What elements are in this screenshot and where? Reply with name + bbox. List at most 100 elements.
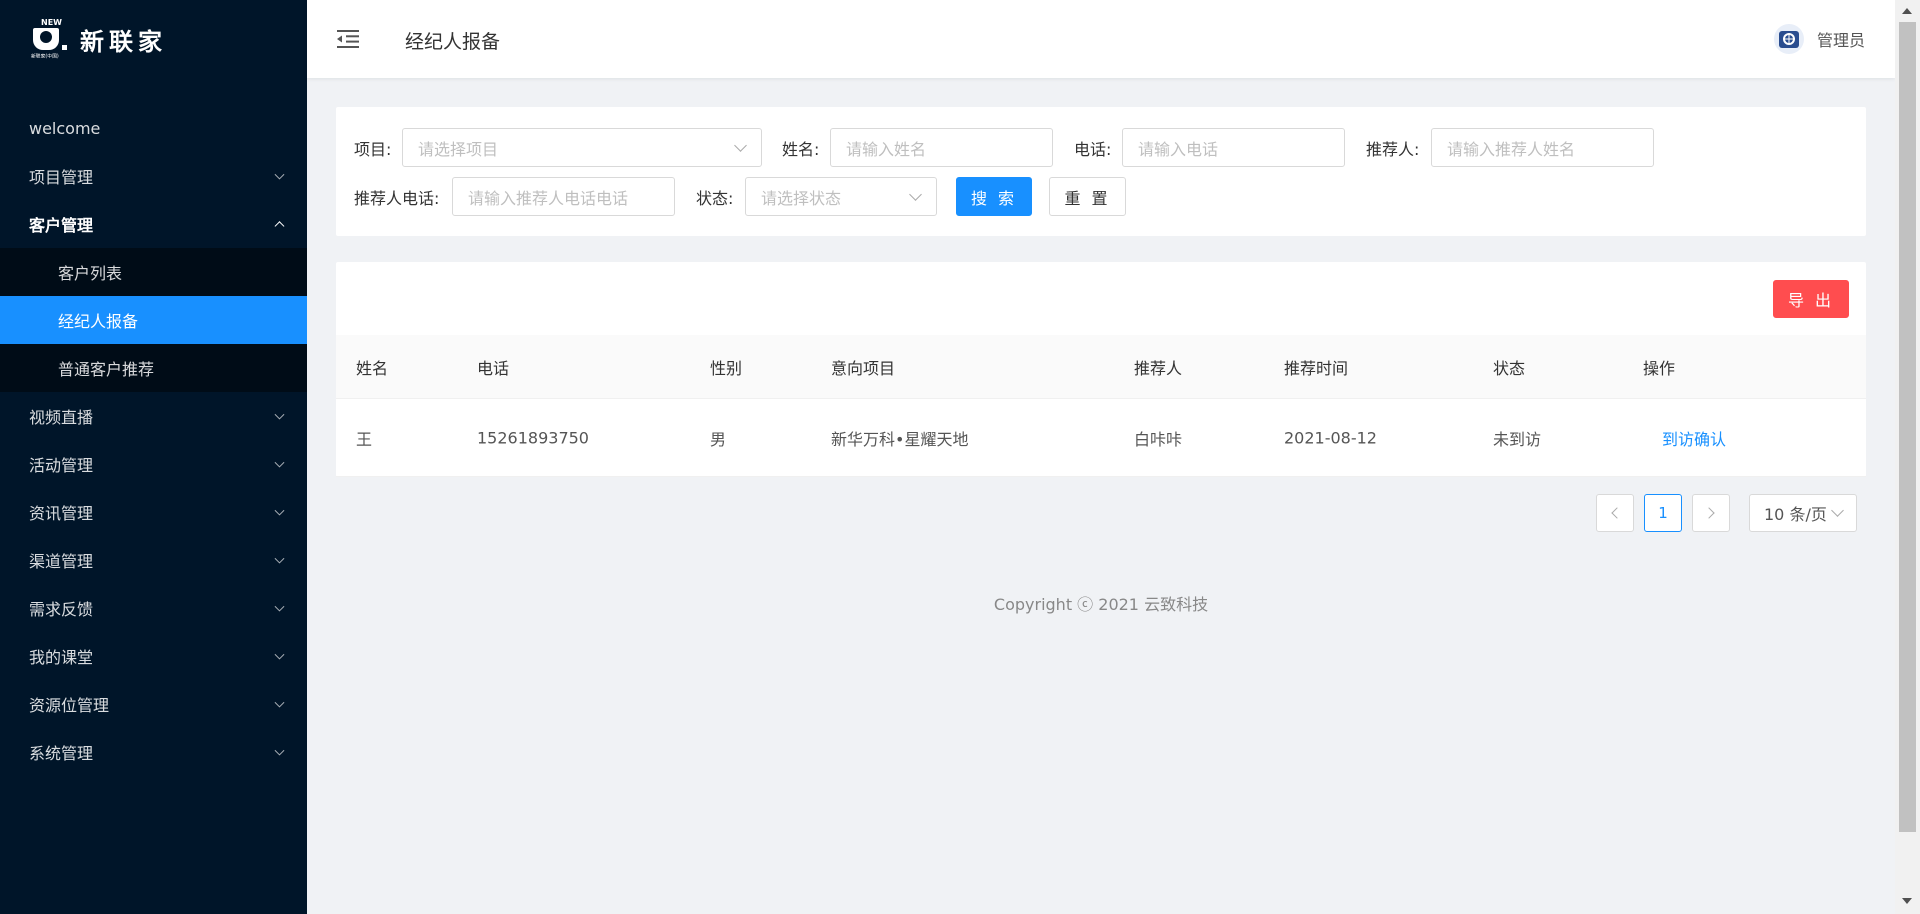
chevron-down-icon xyxy=(274,409,285,420)
chevron-down-icon xyxy=(1831,504,1844,517)
sidebar-item-label: 资源位管理 xyxy=(29,696,110,715)
export-button[interactable]: 导 出 xyxy=(1773,280,1849,318)
column-header-referrer: 推荐人 xyxy=(1134,358,1183,378)
cell-gender: 男 xyxy=(710,429,727,449)
sidebar-item-project-management[interactable]: 项目管理 xyxy=(0,152,307,200)
avatar xyxy=(1773,24,1804,54)
sidebar-item-label: 经纪人报备 xyxy=(58,312,139,331)
sidebar-item-label: 我的课堂 xyxy=(29,648,94,667)
chevron-down-icon xyxy=(274,649,285,660)
chevron-down-icon xyxy=(909,188,922,201)
top-header: 经纪人报备 管理员 xyxy=(307,0,1895,78)
column-header-action: 操作 xyxy=(1643,358,1676,378)
page-title: 经纪人报备 xyxy=(405,31,501,53)
sidebar-item-live-video[interactable]: 视频直播 xyxy=(0,392,307,440)
sidebar-item-resource-management[interactable]: 资源位管理 xyxy=(0,680,307,728)
customer-submenu: 客户列表 经纪人报备 普通客户推荐 xyxy=(0,248,307,392)
sidebar-item-customer-recommend[interactable]: 普通客户推荐 xyxy=(0,344,307,392)
globe-icon xyxy=(1778,31,1799,48)
sidebar-item-customer-list[interactable]: 客户列表 xyxy=(0,248,307,296)
phone-placeholder: 请输入电话 xyxy=(1138,139,1219,159)
sidebar: NEW 新联家(中国) 新联家 welcome 项目管理 客户管理 客户列表 经… xyxy=(0,0,307,914)
confirm-visit-link[interactable]: 到访确认 xyxy=(1662,426,1726,450)
cell-date: 2021-08-12 xyxy=(1284,428,1377,447)
sidebar-item-label: 普通客户推荐 xyxy=(58,360,155,379)
chevron-down-icon xyxy=(274,169,285,180)
chevron-left-icon xyxy=(1611,507,1623,519)
sidebar-item-label: 活动管理 xyxy=(29,456,94,475)
referrer-phone-label: 推荐人电话: xyxy=(354,189,440,208)
prev-page-button[interactable] xyxy=(1596,494,1634,532)
logo-icon: NEW 新联家(中国) xyxy=(31,18,69,60)
status-placeholder: 请选择状态 xyxy=(761,188,842,208)
user-menu[interactable]: 管理员 xyxy=(1773,24,1865,54)
chevron-down-icon xyxy=(274,601,285,612)
sidebar-menu: welcome 项目管理 客户管理 客户列表 经纪人报备 普通客户推荐 视频直播 xyxy=(0,104,307,776)
name-input[interactable]: 请输入姓名 xyxy=(830,128,1053,167)
column-header-project: 意向项目 xyxy=(831,358,896,378)
sidebar-item-my-classroom[interactable]: 我的课堂 xyxy=(0,632,307,680)
table-row: 王 15261893750 男 新华万科•星耀天地 白咔咔 2021-08-12… xyxy=(336,399,1866,477)
phone-input[interactable]: 请输入电话 xyxy=(1122,128,1345,167)
sidebar-item-welcome[interactable]: welcome xyxy=(0,104,307,152)
page-number-button[interactable]: 1 xyxy=(1644,494,1682,532)
cell-project: 新华万科•星耀天地 xyxy=(831,429,969,449)
status-label: 状态: xyxy=(696,189,734,208)
sidebar-item-label: 系统管理 xyxy=(29,744,94,763)
logo[interactable]: NEW 新联家(中国) 新联家 xyxy=(31,18,167,60)
column-header-gender: 性别 xyxy=(710,358,743,378)
referrer-phone-input[interactable]: 请输入推荐人电话电话 xyxy=(452,177,675,216)
name-label: 姓名: xyxy=(782,140,820,159)
chevron-down-icon xyxy=(734,139,747,152)
sidebar-item-label: 客户管理 xyxy=(29,216,94,235)
sidebar-item-customer-management[interactable]: 客户管理 xyxy=(0,200,307,248)
table-header: 姓名 电话 性别 意向项目 推荐人 推荐时间 状态 操作 xyxy=(336,335,1866,399)
page-scrollbar[interactable] xyxy=(1895,0,1920,914)
page-size-value: 10 条/页 xyxy=(1764,505,1827,524)
column-header-date: 推荐时间 xyxy=(1284,358,1349,378)
chevron-up-icon xyxy=(274,221,285,232)
scroll-up-icon[interactable] xyxy=(1902,8,1912,14)
sidebar-item-label: 资讯管理 xyxy=(29,504,94,523)
search-button[interactable]: 搜 索 xyxy=(956,177,1032,216)
chevron-right-icon xyxy=(1703,507,1715,519)
sidebar-item-label: welcome xyxy=(29,118,101,138)
column-header-status: 状态 xyxy=(1493,358,1526,378)
cell-phone: 15261893750 xyxy=(477,428,589,447)
sidebar-item-system-management[interactable]: 系统管理 xyxy=(0,728,307,776)
sidebar-item-label: 项目管理 xyxy=(29,168,94,187)
project-placeholder: 请选择项目 xyxy=(418,139,499,159)
chevron-down-icon xyxy=(274,697,285,708)
chevron-down-icon xyxy=(274,505,285,516)
sidebar-item-label: 渠道管理 xyxy=(29,552,94,571)
project-select[interactable]: 请选择项目 xyxy=(402,128,762,167)
cell-referrer: 白咔咔 xyxy=(1134,429,1183,449)
logo-badge: NEW xyxy=(41,18,62,27)
cell-status: 未到访 xyxy=(1493,429,1542,449)
cell-name: 王 xyxy=(356,429,373,449)
reset-button[interactable]: 重 置 xyxy=(1049,177,1126,216)
footer-copyright: Copyright ⓒ 2021 云致科技 xyxy=(993,595,1209,614)
sidebar-item-agent-report[interactable]: 经纪人报备 xyxy=(0,296,307,344)
page-size-select[interactable]: 10 条/页 xyxy=(1749,494,1857,532)
scroll-down-icon[interactable] xyxy=(1902,898,1912,904)
sidebar-item-activity-management[interactable]: 活动管理 xyxy=(0,440,307,488)
logo-text: 新联家 xyxy=(80,27,167,56)
referrer-phone-placeholder: 请输入推荐人电话电话 xyxy=(468,188,629,208)
referrer-placeholder: 请输入推荐人姓名 xyxy=(1447,139,1576,159)
sidebar-item-label: 需求反馈 xyxy=(29,600,94,619)
name-placeholder: 请输入姓名 xyxy=(846,139,927,159)
chevron-down-icon xyxy=(274,745,285,756)
table-card: 导 出 姓名 电话 性别 意向项目 推荐人 推荐时间 状态 操作 王 15261… xyxy=(336,262,1866,477)
referrer-input[interactable]: 请输入推荐人姓名 xyxy=(1431,128,1654,167)
menu-fold-icon[interactable] xyxy=(337,30,359,48)
chevron-down-icon xyxy=(274,553,285,564)
next-page-button[interactable] xyxy=(1692,494,1730,532)
status-select[interactable]: 请选择状态 xyxy=(745,177,937,216)
sidebar-item-feedback[interactable]: 需求反馈 xyxy=(0,584,307,632)
sidebar-item-news-management[interactable]: 资讯管理 xyxy=(0,488,307,536)
scroll-thumb[interactable] xyxy=(1899,22,1916,832)
chevron-down-icon xyxy=(274,457,285,468)
sidebar-item-channel-management[interactable]: 渠道管理 xyxy=(0,536,307,584)
project-label: 项目: xyxy=(354,140,392,159)
